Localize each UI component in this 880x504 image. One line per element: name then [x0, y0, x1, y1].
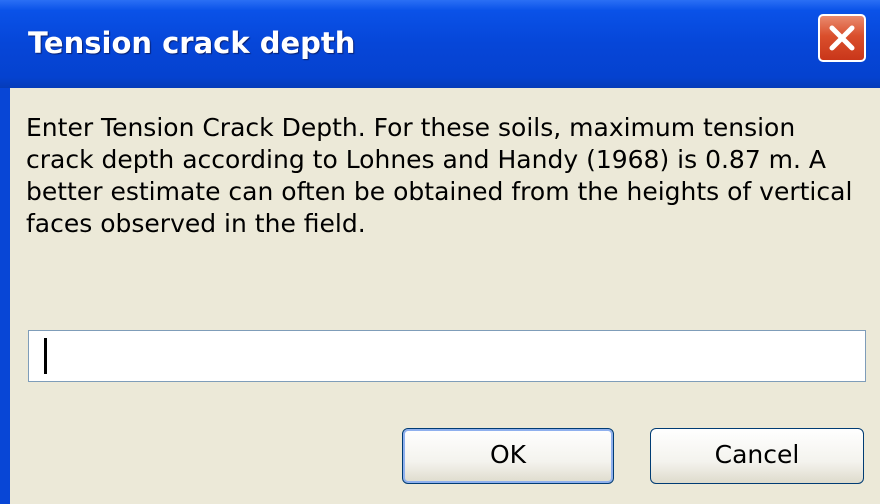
cancel-button[interactable]: Cancel — [650, 428, 864, 484]
window-border-left — [0, 88, 10, 504]
dialog-window: Tension crack depth Enter Tension Crack … — [0, 0, 880, 504]
text-cursor — [44, 338, 47, 374]
close-button[interactable] — [818, 14, 866, 62]
dialog-message: Enter Tension Crack Depth. For these soi… — [26, 113, 853, 238]
dialog-body: Enter Tension Crack Depth. For these soi… — [10, 88, 880, 504]
dialog-title: Tension crack depth — [28, 26, 356, 60]
title-bar[interactable]: Tension crack depth — [0, 0, 880, 88]
tension-crack-depth-input[interactable] — [28, 330, 866, 382]
ok-button[interactable]: OK — [402, 428, 614, 484]
close-icon — [829, 25, 855, 51]
